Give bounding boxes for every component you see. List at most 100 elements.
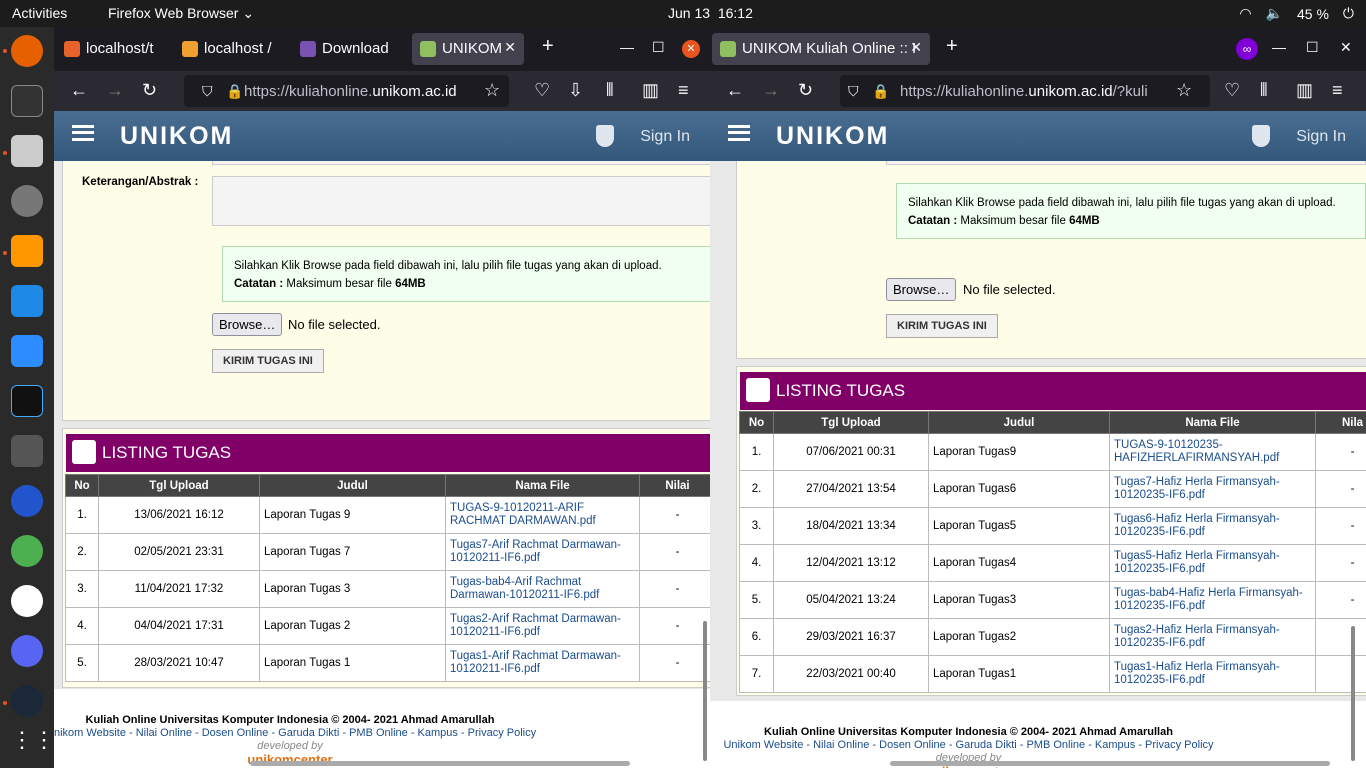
activities-button[interactable]: Activities (12, 5, 67, 21)
shield-icon[interactable]: ⛉ (202, 81, 213, 101)
tab-localhost-2[interactable]: localhost / (174, 33, 284, 65)
sidebar-icon[interactable]: ▥ (1296, 80, 1313, 100)
hamburger-icon[interactable] (72, 125, 94, 141)
file-link[interactable]: Tugas1-Hafiz Herla Firmansyah-10120235-I… (1114, 661, 1280, 686)
browse-button[interactable]: Browse… (212, 313, 283, 336)
footer-copyright: Kuliah Online Universitas Komputer Indon… (764, 726, 1173, 738)
show-apps-icon[interactable]: ⋮⋮ (11, 727, 55, 759)
back-icon[interactable]: ← (70, 80, 88, 100)
reload-icon[interactable]: ↻ (142, 80, 157, 100)
col-file[interactable]: Nama File (1109, 411, 1316, 434)
forward-icon[interactable]: → (762, 80, 780, 100)
close-window-button[interactable]: ✕ (682, 40, 700, 58)
title-field[interactable] (212, 161, 710, 165)
clock[interactable]: Jun 13 16:12 (668, 5, 753, 21)
back-icon[interactable]: ← (726, 80, 744, 100)
forward-icon[interactable]: → (106, 80, 124, 100)
app2-icon[interactable] (11, 585, 43, 617)
cell-judul: Laporan Tugas4 (928, 544, 1110, 582)
upload-notice: Silahkan Klik Browse pada field dibawah … (896, 183, 1366, 239)
file-link[interactable]: Tugas2-Hafiz Herla Firmansyah-10120235-I… (1114, 624, 1280, 649)
close-tab-icon[interactable]: ✕ (504, 39, 516, 56)
reload-icon[interactable]: ↻ (798, 80, 813, 100)
lock-icon[interactable]: 🔒 (226, 81, 243, 101)
col-no[interactable]: No (739, 411, 774, 434)
tab-download[interactable]: Download (292, 33, 402, 65)
steam-icon[interactable] (11, 685, 43, 717)
keterangan-textarea[interactable] (212, 176, 710, 226)
library-icon[interactable]: ⫴ (1260, 80, 1268, 100)
sign-in-link[interactable]: Sign In (1296, 128, 1346, 146)
col-tgl[interactable]: Tgl Upload (773, 411, 929, 434)
close-tab-icon[interactable]: ✕ (910, 39, 922, 56)
file-link[interactable]: Tugas-bab4-Hafiz Herla Firmansyah-101202… (1114, 587, 1303, 612)
col-file[interactable]: Nama File (445, 474, 640, 497)
system-tray[interactable]: ◠ 🔈 45 % ⏻ (1239, 5, 1354, 22)
file-link[interactable]: Tugas2-Arif Rachmat Darmawan-10120211-IF… (450, 613, 621, 638)
pocket-icon[interactable]: ♡ (534, 80, 550, 100)
horizontal-scrollbar[interactable] (250, 761, 630, 766)
tab-unikom[interactable]: UNIKOM ✕ (412, 33, 524, 65)
bookmark-star-icon[interactable]: ☆ (484, 80, 500, 100)
menu-icon[interactable]: ≡ (678, 80, 689, 100)
footer-links[interactable]: Unikom Website - Nilai Online - Dosen On… (720, 739, 1217, 752)
vertical-scrollbar[interactable] (1351, 626, 1355, 761)
minimize-button[interactable]: — (1272, 39, 1286, 55)
tab-unikom-kuliah[interactable]: UNIKOM Kuliah Online :: I ✕ (712, 33, 930, 65)
maximize-button[interactable]: ☐ (1306, 39, 1319, 56)
lock-icon[interactable]: 🔒 (872, 81, 889, 101)
bookmark-star-icon[interactable]: ☆ (1176, 80, 1192, 100)
col-nilai[interactable]: Nila (1315, 411, 1366, 434)
app-menu[interactable]: Firefox Web Browser ⌄ (108, 5, 254, 22)
col-nilai[interactable]: Nilai (639, 474, 710, 497)
settings-icon[interactable] (11, 185, 43, 217)
discord-icon[interactable] (11, 635, 43, 667)
new-tab-button[interactable]: + (946, 35, 958, 58)
sign-in-link[interactable]: Sign In (640, 128, 690, 146)
inkscape-icon[interactable] (11, 435, 43, 467)
kirim-tugas-button[interactable]: KIRIM TUGAS INI (886, 314, 998, 338)
textarea-field[interactable] (886, 161, 1366, 165)
footer-links[interactable]: nikom Website - Nilai Online - Dosen Onl… (54, 727, 536, 740)
maximize-button[interactable]: ☐ (652, 39, 665, 56)
col-judul[interactable]: Judul (259, 474, 446, 497)
file-link[interactable]: Tugas6-Hafiz Herla Firmansyah-10120235-I… (1114, 513, 1280, 538)
unikom-logo[interactable]: UNIKOM (120, 122, 233, 151)
sublime-icon[interactable] (11, 235, 43, 267)
menu-icon[interactable]: ≡ (1332, 80, 1343, 100)
col-tgl[interactable]: Tgl Upload (98, 474, 260, 497)
file-link[interactable]: Tugas5-Hafiz Herla Firmansyah-10120235-I… (1114, 550, 1280, 575)
hamburger-icon[interactable] (728, 125, 750, 141)
kirim-tugas-button[interactable]: KIRIM TUGAS INI (212, 349, 324, 373)
pocket-icon[interactable]: ♡ (1224, 80, 1240, 100)
files-icon[interactable] (11, 135, 43, 167)
minimize-button[interactable]: — (620, 39, 634, 55)
vertical-scrollbar[interactable] (703, 621, 707, 761)
file-link[interactable]: Tugas1-Arif Rachmat Darmawan-10120211-IF… (450, 650, 621, 675)
library-icon[interactable]: ⫴ (606, 80, 614, 100)
intellij-icon[interactable] (11, 385, 43, 417)
new-tab-button[interactable]: + (542, 35, 554, 58)
col-judul[interactable]: Judul (928, 411, 1110, 434)
file-link[interactable]: Tugas-bab4-Arif Rachmat Darmawan-1012021… (450, 576, 599, 601)
download-icon[interactable]: ⇩ (568, 80, 583, 100)
file-link[interactable]: Tugas7-Arif Rachmat Darmawan-10120211-IF… (450, 539, 621, 564)
horizontal-scrollbar[interactable] (890, 761, 1330, 766)
close-window-button[interactable]: ✕ (1340, 39, 1352, 56)
shield-icon[interactable]: ⛉ (848, 81, 859, 101)
browse-button[interactable]: Browse… (886, 278, 957, 301)
col-no[interactable]: No (65, 474, 99, 497)
sidebar-icon[interactable]: ▥ (642, 80, 659, 100)
file-link[interactable]: Tugas7-Hafiz Herla Firmansyah-10120235-I… (1114, 476, 1280, 501)
url-bar[interactable]: https://kuliahonline.unikom.ac.id/?kuli (840, 75, 1210, 107)
app-icon[interactable] (11, 485, 43, 517)
file-link[interactable]: TUGAS-9-10120235-HAFIZHERLAFIRMANSYAH.pd… (1114, 439, 1279, 464)
vscode-icon[interactable] (11, 285, 43, 317)
firefox-icon[interactable] (11, 35, 43, 67)
unikom-logo[interactable]: UNIKOM (776, 122, 889, 151)
file-link[interactable]: TUGAS-9-10120211-ARIF RACHMAT DARMAWAN.p… (450, 502, 596, 527)
tab-localhost-1[interactable]: localhost/t (56, 33, 166, 65)
terminal-icon[interactable] (11, 85, 43, 117)
zoom-icon[interactable] (11, 335, 43, 367)
chrome-icon[interactable] (11, 535, 43, 567)
